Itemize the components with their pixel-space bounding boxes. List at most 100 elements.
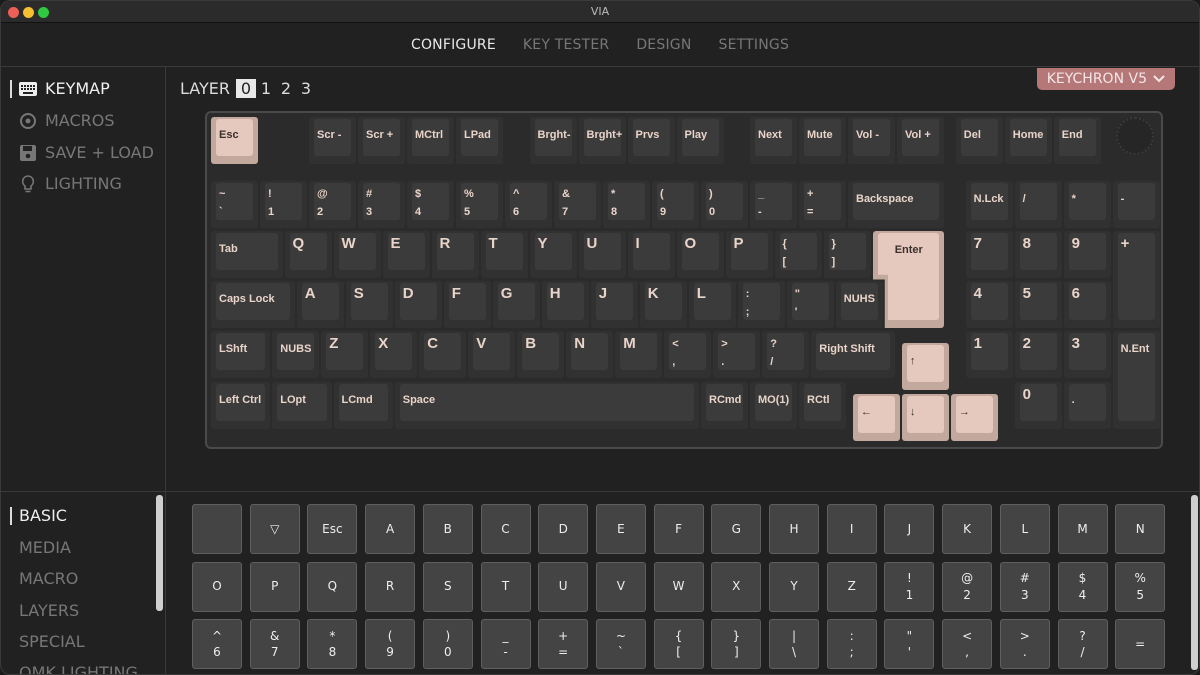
key[interactable]: ↓ (901, 394, 949, 441)
layer-2-button[interactable]: 2 (276, 79, 296, 98)
keycode-button[interactable]: | \ (769, 619, 819, 669)
key[interactable]: _ - (750, 181, 797, 228)
keycode-button[interactable]: K (942, 504, 993, 554)
key[interactable]: N.Ent (1112, 331, 1160, 429)
keycode-button[interactable]: E (595, 504, 646, 554)
key[interactable]: Brght- (529, 117, 577, 164)
key[interactable]: Z (321, 331, 369, 378)
key[interactable]: <, (664, 331, 712, 378)
keycode-button[interactable]: J (884, 504, 935, 554)
key[interactable]: Space (394, 382, 699, 429)
key[interactable]: / (1014, 181, 1062, 228)
key[interactable]: ) 0 (701, 181, 748, 228)
key[interactable]: Left Ctrl (211, 382, 271, 429)
key[interactable]: Backspace (848, 181, 944, 228)
key[interactable]: Home (1004, 117, 1052, 164)
key[interactable]: 3 (1063, 331, 1111, 378)
key[interactable]: X (370, 331, 418, 378)
keycode-button[interactable]: ▽ (249, 504, 300, 554)
key[interactable]: % 5 (456, 181, 503, 228)
keycode-button[interactable]: % 5 (1115, 561, 1166, 612)
key[interactable]: NUBS (272, 331, 320, 378)
keycode-button[interactable]: I (826, 504, 877, 554)
keycode-button[interactable]: X (711, 561, 762, 612)
keycode-button[interactable]: W (653, 561, 704, 612)
keycode-button[interactable]: ^ 6 (192, 619, 242, 669)
key[interactable]: 7 (965, 231, 1013, 278)
key[interactable]: Next (750, 117, 797, 164)
key[interactable]: N.Lck (965, 181, 1013, 228)
key[interactable]: ? / (762, 331, 810, 378)
key[interactable]: Q (284, 231, 332, 278)
keycode-button[interactable]: " ' (884, 619, 935, 669)
key[interactable]: P (725, 231, 773, 278)
keycode-button[interactable]: = (1115, 619, 1166, 669)
keycode-button[interactable]: P (249, 561, 300, 612)
key[interactable]: 4 (965, 281, 1013, 328)
key[interactable]: & 7 (554, 181, 601, 228)
category-qmk-lighting[interactable]: QMK LIGHTING (19, 663, 138, 674)
key[interactable]: * 8 (603, 181, 650, 228)
keycode-button[interactable]: >. (999, 619, 1050, 669)
keycode-button[interactable]: + = (538, 619, 589, 669)
key[interactable]: Vol - (848, 117, 895, 164)
tab-configure[interactable]: CONFIGURE (411, 37, 496, 53)
key[interactable]: LOpt (272, 382, 332, 429)
key[interactable]: Esc (211, 117, 258, 164)
layer-0-button[interactable]: 0 (235, 79, 256, 98)
zoom-window-button[interactable] (38, 7, 49, 18)
key[interactable]: ^ 6 (505, 181, 552, 228)
key[interactable]: H (541, 281, 589, 328)
key[interactable]: - (1112, 181, 1160, 228)
keycode-button[interactable]: L (999, 504, 1050, 554)
keycode-button[interactable]: {[ (653, 619, 704, 669)
key[interactable]: 8 (1014, 231, 1062, 278)
key[interactable]: N (566, 331, 614, 378)
key[interactable]: 1 (965, 331, 1013, 378)
key[interactable]: I (627, 231, 675, 278)
keycode-button[interactable]: ? / (1057, 619, 1108, 669)
key[interactable]: MCtrl (407, 117, 454, 164)
key[interactable]: R (431, 231, 479, 278)
keycode-button[interactable]: ~ ` (595, 619, 646, 669)
keycode-button[interactable]: D (538, 504, 589, 554)
keycode-button[interactable]: N (1115, 504, 1166, 554)
key[interactable]: 5 (1014, 281, 1062, 328)
key[interactable]: S (345, 281, 393, 328)
key[interactable]: + (1112, 231, 1160, 328)
key[interactable]: >. (713, 331, 761, 378)
key[interactable]: Tab (211, 231, 283, 278)
key[interactable]: W (333, 231, 381, 278)
key[interactable]: Y (529, 231, 577, 278)
key[interactable]: LShft (211, 331, 271, 378)
key[interactable]: M (615, 331, 663, 378)
keycode-button[interactable]: C (480, 504, 531, 554)
keycode-button[interactable]: A (365, 504, 416, 554)
key[interactable]: (9 (652, 181, 699, 228)
key[interactable]: + = (799, 181, 846, 228)
key[interactable]: 2 (1014, 331, 1062, 378)
key[interactable]: RCtl (799, 382, 846, 429)
key[interactable]: Scr - (309, 117, 356, 164)
keycode-button[interactable]: H (769, 504, 819, 554)
key[interactable]: F (443, 281, 491, 328)
key[interactable]: U (578, 231, 626, 278)
keycode-button[interactable]: U (538, 561, 589, 612)
key[interactable]: Prvs (627, 117, 675, 164)
key[interactable]: G (492, 281, 540, 328)
layer-3-button[interactable]: 3 (296, 79, 316, 98)
key[interactable]: D (394, 281, 442, 328)
tab-key-tester[interactable]: KEY TESTER (523, 37, 609, 53)
category-basic[interactable]: BASIC (19, 506, 67, 525)
keycode-button[interactable]: _ - (480, 619, 531, 669)
tab-settings[interactable]: SETTINGS (719, 37, 790, 53)
key[interactable]: * (1063, 181, 1111, 228)
key[interactable]: $4 (407, 181, 454, 228)
key[interactable]: Play (676, 117, 724, 164)
key[interactable]: Del (955, 117, 1003, 164)
key[interactable]: J (590, 281, 638, 328)
category-layers[interactable]: LAYERS (19, 601, 79, 620)
key[interactable]: MO(1) (750, 382, 797, 429)
keycode-button[interactable]: G (711, 504, 762, 554)
keycode-button[interactable]: V (595, 561, 646, 612)
